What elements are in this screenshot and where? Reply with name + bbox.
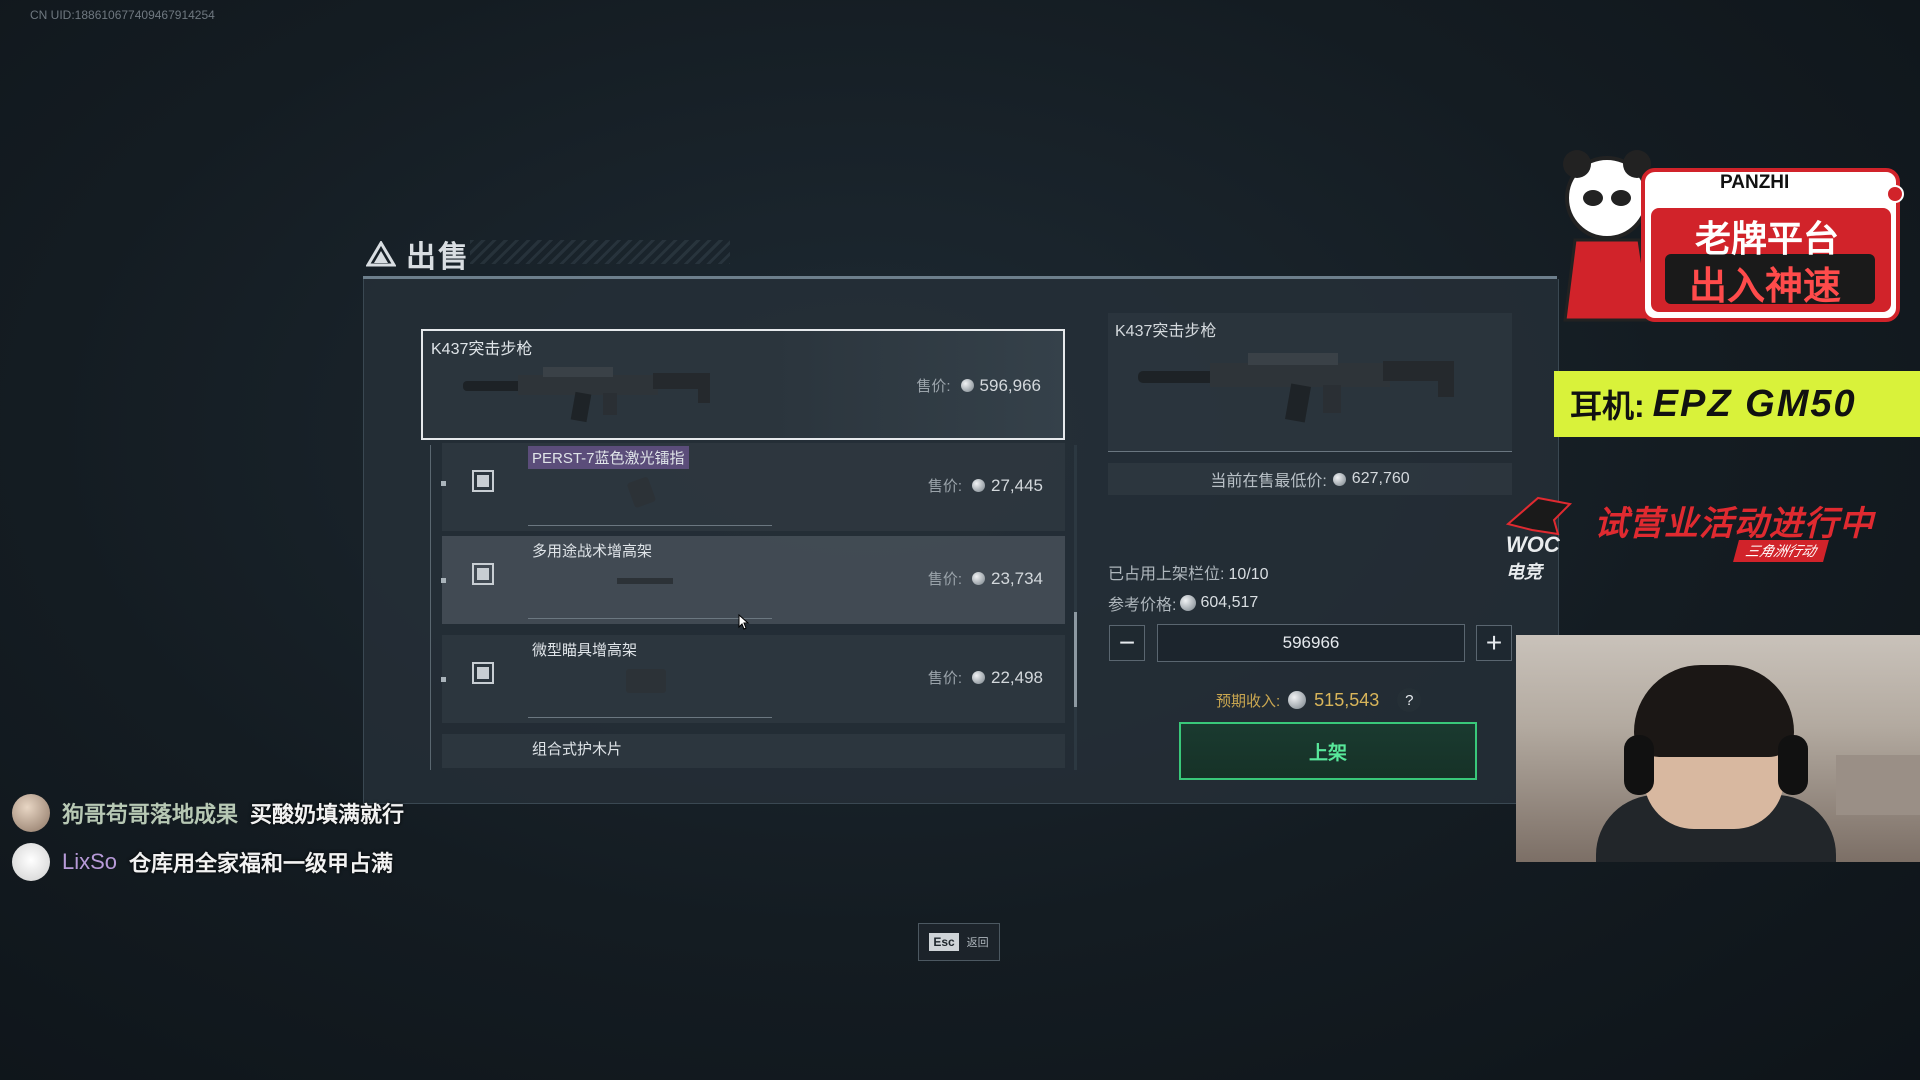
lowest-price-value: 627,760 xyxy=(1351,470,1410,487)
webcam-feed xyxy=(1516,635,1920,862)
coin-icon xyxy=(972,572,985,585)
item-name: K437突击步枪 xyxy=(431,341,533,358)
detail-item-name: K437突击步枪 xyxy=(1115,323,1217,340)
reference-price: 参考价格: 604,517 xyxy=(1108,591,1258,615)
price-label: 售价: xyxy=(927,670,962,687)
laser-image xyxy=(627,477,656,508)
coin-icon xyxy=(972,479,985,492)
chat-username: LixSo xyxy=(62,849,118,874)
attachment-name: 微型瞄具增高架 xyxy=(532,642,638,659)
attachment-checkbox[interactable] xyxy=(472,563,494,585)
streamer-hair xyxy=(1634,665,1794,757)
tree-node-dot xyxy=(441,578,446,583)
back-label: 返回 xyxy=(966,937,989,949)
slots-value: 10/10 xyxy=(1228,566,1269,583)
epz-brand: EPZ GM50 xyxy=(1652,382,1857,425)
price-value: 596,966 xyxy=(979,375,1041,395)
price-increase-button[interactable]: + xyxy=(1476,625,1512,661)
chat-text: 仓库用全家福和一级甲占满 xyxy=(129,851,394,876)
epz-label: 耳机: xyxy=(1570,388,1645,424)
chat-message: LixSo 仓库用全家福和一级甲占满 xyxy=(12,843,393,881)
uid-watermark: CN UID:18861067740946791​4254 xyxy=(30,8,215,22)
chat-message: 狗哥苟哥落地成果 买酸奶填满就行 xyxy=(12,794,404,832)
price-value: 27,445 xyxy=(991,475,1043,495)
woc-logo-text: WOC 电竞 xyxy=(1506,532,1560,584)
chat-text: 买酸奶填满就行 xyxy=(250,802,405,827)
coin-icon xyxy=(972,671,985,684)
woc-ad-banner: WOC 电竞 试营业活动进行中 三角洲行动 xyxy=(1498,488,1878,582)
lowest-price: 当前在售最低价: 627,760 xyxy=(1108,463,1512,495)
item-row-attachment[interactable]: PERST-7蓝色激光镭指 售价: 27,445 xyxy=(441,443,1065,531)
panel-title-text: 出售 xyxy=(406,241,470,274)
price-label: 售价: xyxy=(927,478,962,495)
attachment-name: 组合式护木片 xyxy=(532,741,623,758)
attachment-name: 多用途战术增高架 xyxy=(532,543,653,560)
headphone-left-icon xyxy=(1624,735,1654,795)
item-row-attachment[interactable]: 微型瞄具增高架 售价: 22,498 xyxy=(441,635,1065,723)
woc-slogan: 试营业活动进行中 xyxy=(1594,505,1874,543)
slots-label: 已占用上架栏位: xyxy=(1108,566,1225,583)
panzhi-line2: 出入神速 xyxy=(1689,266,1842,308)
triangle-logo-icon xyxy=(366,241,396,267)
attachment-name: PERST-7蓝色激光镭指 xyxy=(528,446,689,469)
avatar xyxy=(12,843,50,881)
list-scrollbar-track[interactable] xyxy=(1074,445,1077,770)
panzhi-brand: PANZHI xyxy=(1720,172,1790,193)
attachment-checkbox[interactable] xyxy=(472,470,494,492)
optic-riser-image xyxy=(626,669,666,693)
tree-node-dot xyxy=(441,481,446,486)
esc-key: Esc xyxy=(929,933,959,951)
rifle-image xyxy=(1138,353,1454,423)
list-for-sale-button[interactable]: 上架 xyxy=(1179,722,1477,780)
price-value: 23,734 xyxy=(991,568,1043,588)
headphone-right-icon xyxy=(1778,735,1808,795)
epz-ad-banner: 耳机: EPZ GM50 xyxy=(1554,371,1920,437)
woc-sub: 电竞 xyxy=(1506,562,1542,582)
item-price: 售价: 596,966 xyxy=(916,375,1041,396)
tactical-riser-image xyxy=(617,578,673,584)
attachment-price: 售价: 22,498 xyxy=(928,667,1043,688)
price-decrease-button[interactable]: − xyxy=(1109,625,1145,661)
price-label: 售价: xyxy=(927,571,962,588)
chat-username: 狗哥苟哥落地成果 xyxy=(62,802,239,827)
income-label: 预期收入: xyxy=(1216,692,1281,710)
list-tree-rail xyxy=(430,445,431,770)
attachment-price: 售价: 27,445 xyxy=(928,475,1043,496)
thumb-underline xyxy=(528,618,772,619)
coin-icon xyxy=(1332,472,1346,486)
reference-price-value: 604,517 xyxy=(1200,594,1259,611)
item-row-main[interactable]: K437突击步枪 售价: 596,966 xyxy=(421,329,1065,440)
expected-income: 预期收入: 515,543 ? xyxy=(1216,688,1422,712)
item-row-attachment[interactable]: 组合式护木片 xyxy=(442,734,1065,768)
back-button[interactable]: Esc 返回 xyxy=(918,923,1000,961)
coin-icon xyxy=(960,379,974,392)
attachment-checkbox[interactable] xyxy=(472,662,494,684)
thumb-underline xyxy=(528,525,772,526)
title-decoration xyxy=(470,240,730,264)
rifle-image xyxy=(463,367,710,423)
price-value: 22,498 xyxy=(991,667,1043,687)
woc-logo: WOC xyxy=(1506,532,1560,557)
avatar xyxy=(12,794,50,832)
list-scrollbar-thumb[interactable] xyxy=(1074,612,1077,707)
panel-title: 出售 xyxy=(366,232,470,276)
tree-node-dot xyxy=(441,677,446,682)
woc-tag: 三角洲行动 xyxy=(1733,540,1829,562)
income-value: 515,543 xyxy=(1314,689,1380,710)
thumb-underline xyxy=(528,717,772,718)
help-icon[interactable]: ? xyxy=(1397,688,1422,712)
slots-used: 已占用上架栏位: 10/10 xyxy=(1108,560,1269,584)
price-input[interactable] xyxy=(1157,624,1465,662)
detail-divider xyxy=(1108,451,1512,452)
coin-icon xyxy=(1288,691,1307,709)
mouse-cursor-icon xyxy=(738,614,750,630)
price-label: 售价: xyxy=(916,378,951,395)
background-shelf xyxy=(1836,755,1920,815)
reference-price-label: 参考价格: xyxy=(1108,597,1177,614)
lowest-price-label: 当前在售最低价: xyxy=(1210,473,1327,490)
panzhi-ad-banner: PANZHI 老牌平台 出入神速 xyxy=(1555,150,1905,330)
attachment-price: 售价: 23,734 xyxy=(928,568,1043,589)
item-row-attachment[interactable]: 多用途战术增高架 售价: 23,734 xyxy=(441,536,1065,630)
coin-icon xyxy=(1180,595,1197,611)
